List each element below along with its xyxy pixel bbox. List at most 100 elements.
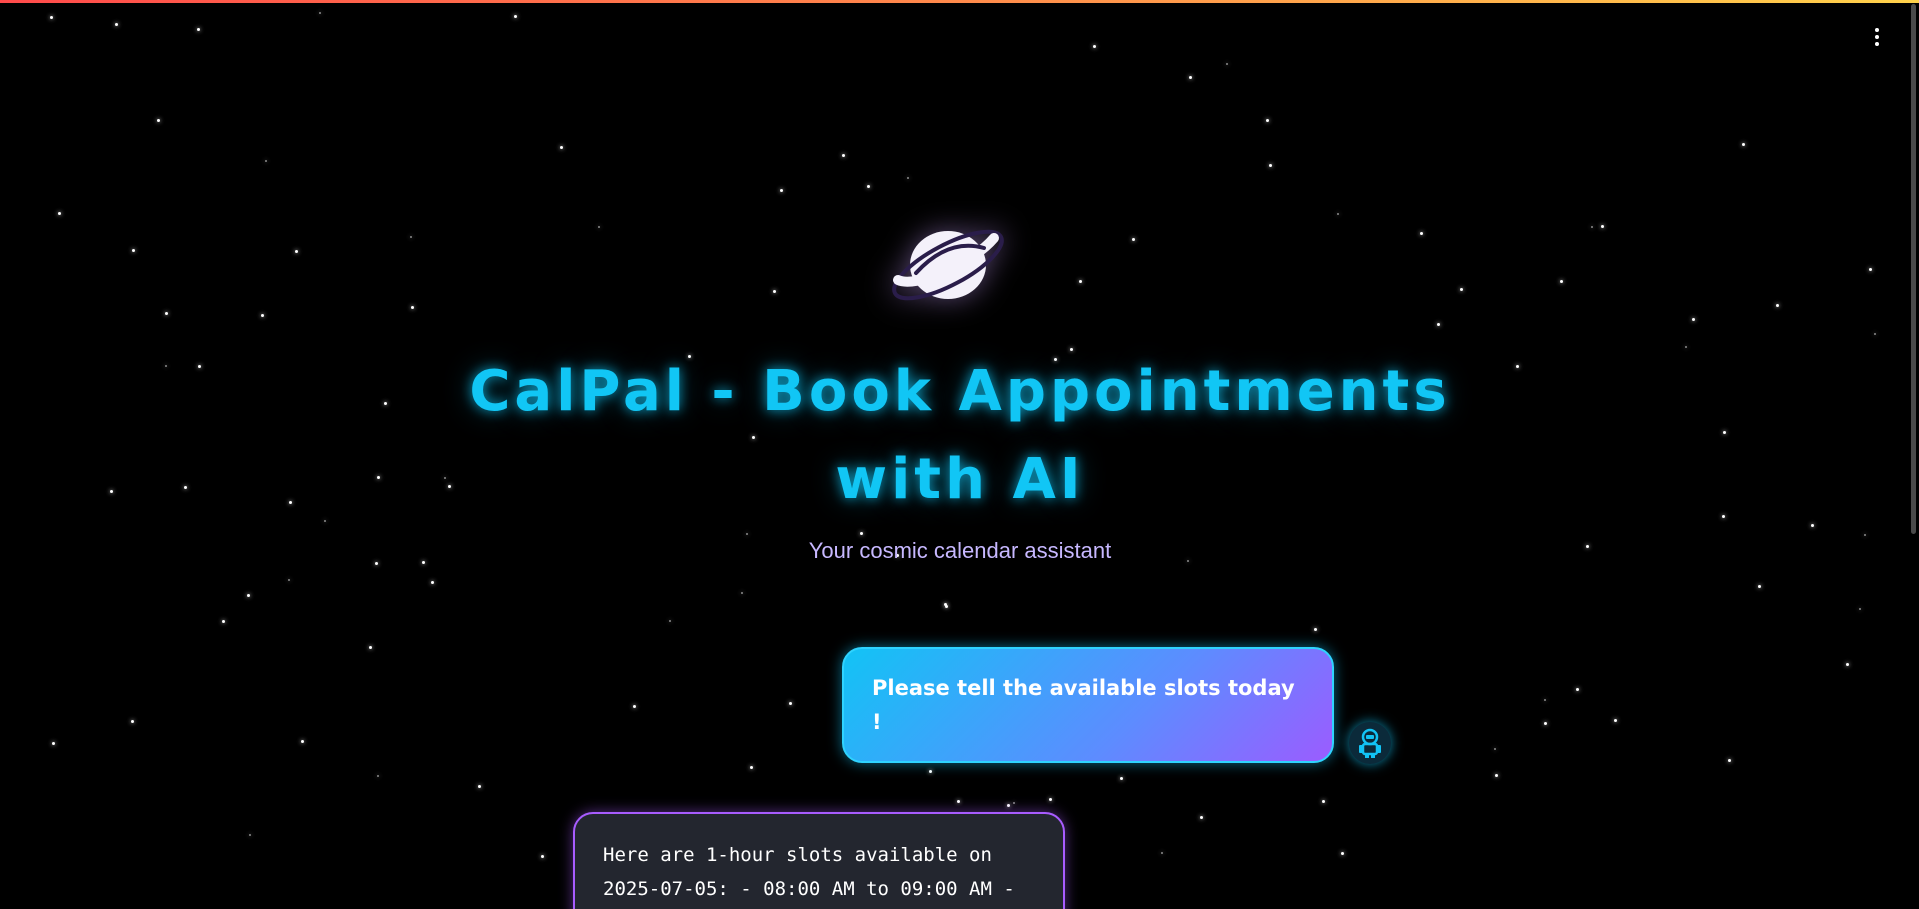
star-decoration — [789, 702, 792, 705]
star-decoration — [319, 12, 321, 14]
star-decoration — [375, 562, 378, 565]
star-decoration — [265, 160, 267, 162]
star-decoration — [773, 290, 776, 293]
star-decoration — [115, 23, 118, 26]
star-decoration — [410, 236, 412, 238]
star-decoration — [1560, 280, 1563, 283]
star-decoration — [369, 646, 372, 649]
star-decoration — [780, 189, 783, 192]
ringed-planet-icon — [892, 229, 1004, 301]
star-decoration — [1322, 800, 1325, 803]
menu-dot-icon — [1875, 42, 1879, 46]
star-decoration — [1516, 365, 1519, 368]
page-scrollbar[interactable] — [1911, 4, 1916, 534]
star-decoration — [1544, 699, 1546, 701]
star-decoration — [422, 561, 425, 564]
star-decoration — [58, 212, 61, 215]
star-decoration — [384, 402, 387, 405]
star-decoration — [444, 477, 446, 479]
assistant-message-text: Here are 1-hour slots available on 2025-… — [603, 844, 1015, 900]
star-decoration — [1013, 802, 1015, 804]
star-decoration — [289, 501, 292, 504]
star-decoration — [448, 485, 451, 488]
star-decoration — [52, 742, 55, 745]
star-decoration — [1266, 119, 1269, 122]
star-decoration — [261, 314, 264, 317]
star-decoration — [598, 226, 600, 228]
star-decoration — [50, 16, 53, 19]
star-decoration — [157, 119, 160, 122]
app-canvas: CalPal - Book Appointments with AI Your … — [0, 0, 1919, 909]
star-decoration — [1314, 628, 1317, 631]
menu-dot-icon — [1875, 35, 1879, 39]
star-decoration — [1341, 852, 1344, 855]
star-decoration — [541, 855, 544, 858]
star-decoration — [1420, 232, 1423, 235]
star-decoration — [633, 705, 636, 708]
star-decoration — [1120, 777, 1123, 780]
star-decoration — [1200, 816, 1203, 819]
star-decoration — [1093, 45, 1096, 48]
star-decoration — [1874, 333, 1876, 335]
star-decoration — [1864, 534, 1866, 536]
star-decoration — [377, 775, 379, 777]
star-decoration — [1226, 63, 1228, 65]
star-decoration — [1859, 608, 1861, 610]
star-decoration — [1685, 346, 1687, 348]
star-decoration — [842, 154, 845, 157]
page-title: CalPal - Book Appointments with AI — [469, 359, 1451, 512]
star-decoration — [131, 720, 134, 723]
star-decoration — [1692, 318, 1695, 321]
star-decoration — [110, 490, 113, 493]
star-decoration — [860, 532, 863, 535]
main-menu-button[interactable] — [1869, 24, 1885, 50]
star-decoration — [750, 766, 753, 769]
star-decoration — [165, 365, 167, 367]
star-decoration — [1007, 804, 1010, 807]
star-decoration — [1132, 238, 1135, 241]
star-decoration — [184, 486, 187, 489]
star-decoration — [1049, 798, 1052, 801]
star-decoration — [1544, 722, 1547, 725]
page-subtitle: Your cosmic calendar assistant — [808, 538, 1112, 563]
astronaut-icon — [1349, 722, 1391, 764]
star-decoration — [514, 15, 517, 18]
star-decoration — [929, 770, 932, 773]
menu-dot-icon — [1875, 28, 1879, 32]
star-decoration — [1161, 852, 1163, 854]
user-message-bubble: Please tell the available slots today ! — [842, 647, 1334, 763]
star-decoration — [944, 603, 947, 606]
star-decoration — [1460, 288, 1463, 291]
assistant-message-bubble: Here are 1-hour slots available on 2025-… — [573, 812, 1065, 909]
star-decoration — [560, 146, 563, 149]
star-decoration — [1437, 323, 1440, 326]
star-decoration — [1079, 280, 1082, 283]
star-decoration — [1494, 748, 1496, 750]
star-decoration — [1614, 719, 1617, 722]
star-decoration — [907, 177, 909, 179]
star-decoration — [1742, 143, 1745, 146]
star-decoration — [1776, 304, 1779, 307]
star-decoration — [1723, 431, 1726, 434]
star-decoration — [222, 620, 225, 623]
star-decoration — [1495, 774, 1498, 777]
star-decoration — [377, 476, 380, 479]
star-decoration — [1269, 164, 1272, 167]
star-decoration — [957, 800, 960, 803]
star-decoration — [165, 312, 168, 315]
star-decoration — [295, 250, 298, 253]
star-decoration — [301, 740, 304, 743]
star-decoration — [247, 594, 250, 597]
star-decoration — [741, 592, 743, 594]
star-decoration — [1586, 545, 1589, 548]
star-decoration — [411, 306, 414, 309]
star-decoration — [288, 579, 290, 581]
star-decoration — [132, 249, 135, 252]
star-decoration — [198, 365, 201, 368]
star-decoration — [249, 834, 251, 836]
star-decoration — [867, 185, 870, 188]
star-decoration — [746, 533, 748, 535]
star-decoration — [197, 28, 200, 31]
star-decoration — [1722, 515, 1725, 518]
star-decoration — [1591, 226, 1593, 228]
